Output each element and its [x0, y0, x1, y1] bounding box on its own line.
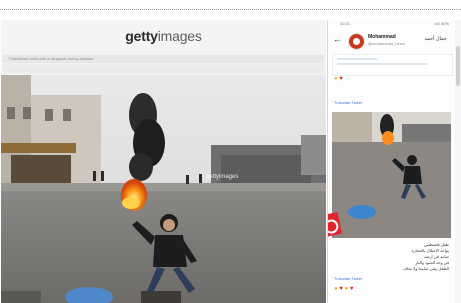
heart-icon: ♥	[339, 76, 343, 82]
reaction-row[interactable]: ● ♥ ···	[334, 76, 351, 82]
getty-title-bar: Palestinian child with a slingshot durin…	[3, 55, 324, 63]
status-time: 10:21	[340, 21, 351, 26]
status-indicators: 4G 80%	[434, 21, 449, 26]
translate-link[interactable]: Translate Tweet	[334, 100, 362, 105]
quoted-card[interactable]	[332, 54, 453, 76]
card-line	[337, 63, 427, 65]
emoji-icon: ●	[334, 286, 338, 292]
caption-line: الطفل يبقى صامدا ولا يخاف	[402, 266, 449, 271]
scrollbar[interactable]	[455, 20, 461, 303]
getty-header: gettyimages	[1, 20, 326, 54]
avatar[interactable]	[348, 33, 365, 50]
heart-icon: ♥	[349, 286, 354, 292]
social-post-panel: 10:21 4G 80% ← Mohammad @mohammad_news ج…	[327, 20, 455, 303]
getty-images-screenshot: gettyimages Palestinian child with a sli…	[1, 20, 326, 303]
reaction-count: ···	[346, 76, 351, 81]
emoji-icon: ●	[334, 76, 338, 82]
emoji-icon: ●	[344, 286, 349, 292]
reaction-row-bottom[interactable]: ● ♥ ● ♥ ···	[334, 286, 361, 292]
getty-sub-bar	[3, 65, 324, 73]
card-line	[337, 58, 377, 60]
status-bar: 10:21 4G 80%	[328, 20, 455, 29]
post-photo[interactable]	[332, 112, 451, 238]
getty-watermark: gettyimages	[206, 174, 239, 180]
back-arrow-icon[interactable]: ←	[333, 35, 342, 44]
post-header: ← Mohammad @mohammad_news جمال أحمد	[328, 30, 455, 52]
profile-handle: @mohammad_news	[368, 41, 405, 46]
post-caption: طفل فلسطيني يواجه الاحتلال بالحجارة صامد…	[337, 242, 449, 272]
scrollbar-thumb[interactable]	[456, 46, 460, 86]
getty-title-text: Palestinian child with a slingshot durin…	[9, 56, 94, 61]
getty-logo[interactable]: gettyimages	[1, 28, 326, 44]
reaction-count: ···	[357, 286, 362, 291]
profile-name[interactable]: Mohammad	[368, 34, 396, 40]
translate-link-bottom[interactable]: Translate Tweet	[334, 276, 362, 281]
heart-icon: ♥	[339, 286, 343, 292]
dotted-separator	[0, 9, 461, 10]
profile-arabic-name: جمال أحمد	[424, 36, 447, 42]
main-photo	[1, 75, 326, 303]
